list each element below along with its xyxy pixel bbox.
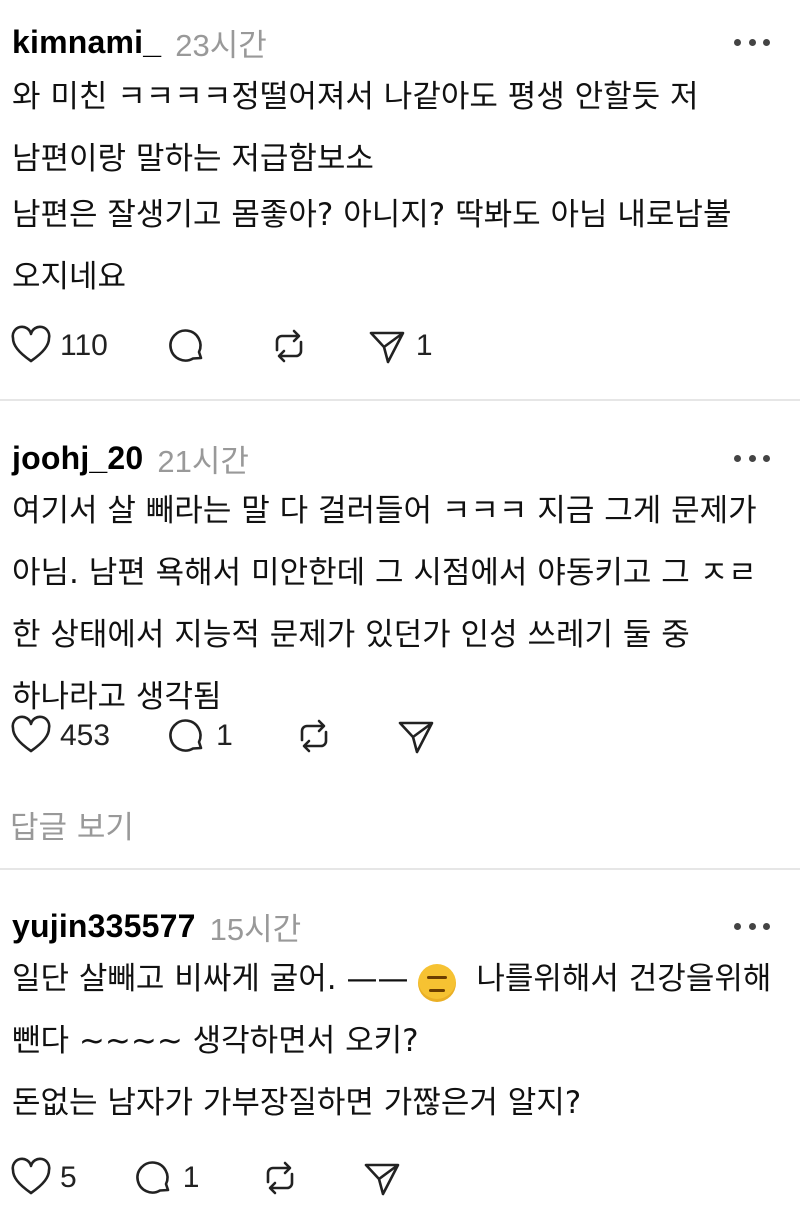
expressionless-face-emoji bbox=[418, 963, 457, 1002]
more-dots-icon[interactable] bbox=[734, 914, 770, 938]
repost-button[interactable] bbox=[268, 325, 310, 367]
like-count: 110 bbox=[60, 329, 108, 362]
like-count: 453 bbox=[60, 719, 111, 752]
share-count: 1 bbox=[415, 329, 433, 362]
repost-arrows-icon bbox=[275, 329, 303, 363]
comment-bubble-icon bbox=[135, 1161, 169, 1194]
repost-arrows-icon bbox=[300, 719, 328, 753]
repost-button[interactable] bbox=[293, 715, 335, 757]
share-button[interactable] bbox=[361, 1157, 403, 1199]
reply-button[interactable] bbox=[166, 325, 208, 367]
reply-count: 1 bbox=[182, 1161, 200, 1194]
send-paper-plane-icon bbox=[398, 721, 434, 754]
repost-button[interactable] bbox=[259, 1157, 301, 1199]
comment-bubble-icon bbox=[169, 719, 203, 752]
post-header: yujin335577 15시간 bbox=[12, 906, 770, 947]
send-paper-plane-icon bbox=[365, 1163, 400, 1196]
thread-post: yujin335577 15시간 일단 살빼고 비싸게 굴어. —— 나를위해서… bbox=[0, 870, 800, 1212]
reply-button[interactable]: 1 bbox=[133, 1157, 200, 1199]
heart-icon bbox=[11, 325, 51, 363]
share-button[interactable]: 1 bbox=[366, 325, 433, 367]
action-bar: 5 1 bbox=[10, 1156, 403, 1200]
post-text: 여기서 살 빼라는 말 다 걸러들어 ㅋㅋㅋ 지금 그게 문제가 아님. 남편 … bbox=[12, 493, 757, 715]
heart-icon bbox=[11, 715, 51, 753]
like-button[interactable]: 453 bbox=[10, 715, 110, 757]
like-button[interactable]: 110 bbox=[10, 325, 108, 367]
reply-button[interactable]: 1 bbox=[166, 715, 233, 757]
timestamp: 15시간 bbox=[209, 911, 302, 947]
heart-icon bbox=[11, 1157, 51, 1195]
comment-bubble-icon bbox=[169, 329, 203, 362]
post-text: 일단 살빼고 비싸게 굴어. —— 나를위해서 건강을위해 뺀다 ~~~~ 생각… bbox=[12, 948, 780, 1072]
share-button[interactable] bbox=[395, 715, 437, 757]
username[interactable]: kimnami_ bbox=[12, 24, 161, 61]
timestamp: 21시간 bbox=[157, 443, 249, 479]
more-dots-icon[interactable] bbox=[734, 30, 770, 54]
post-header: joohj_20 21시간 bbox=[12, 438, 770, 479]
thread-post: joohj_20 21시간 여기서 살 빼라는 말 다 걸러들어 ㅋㅋㅋ 지금 … bbox=[0, 400, 800, 870]
repost-arrows-icon bbox=[267, 1161, 294, 1195]
more-dots-icon[interactable] bbox=[734, 446, 770, 470]
post-text: 돈없는 남자가 가부장질하면 가짢은거 알지? bbox=[12, 1085, 582, 1121]
action-bar: 453 1 bbox=[10, 714, 437, 758]
username[interactable]: yujin335577 bbox=[12, 908, 196, 945]
timestamp: 23시간 bbox=[175, 27, 267, 63]
view-replies-link[interactable]: 답글 보기 bbox=[10, 802, 134, 847]
thread-post: kimnami_ 23시간 와 미친 ㅋㅋㅋㅋ정떨어져서 나같아도 평생 안할듯… bbox=[0, 0, 800, 400]
like-count: 5 bbox=[60, 1161, 77, 1194]
username[interactable]: joohj_20 bbox=[12, 440, 143, 477]
send-paper-plane-icon bbox=[369, 331, 405, 364]
post-text-part: 일단 살빼고 비싸게 굴어. —— bbox=[12, 961, 409, 997]
like-button[interactable]: 5 bbox=[10, 1157, 77, 1199]
post-header: kimnami_ 23시간 bbox=[12, 22, 770, 63]
reply-count: 1 bbox=[216, 719, 233, 752]
post-text: 남편은 잘생기고 몸좋아? 아니지? 딱봐도 아님 내로남불 오지네요 bbox=[12, 197, 732, 295]
action-bar: 110 1 bbox=[10, 324, 433, 368]
post-text: 와 미친 ㅋㅋㅋㅋ정떨어져서 나같아도 평생 안할듯 저 남편이랑 말하는 저급… bbox=[12, 79, 699, 177]
